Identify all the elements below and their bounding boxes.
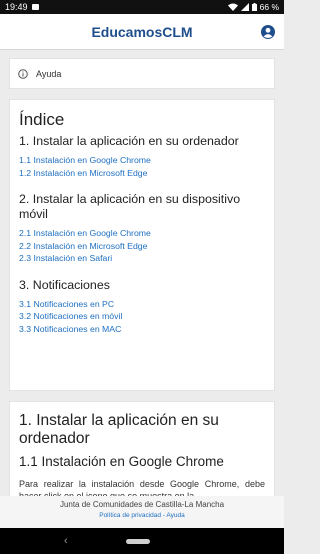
index-title: Índice [19, 110, 65, 129]
battery-icon [251, 3, 257, 11]
signal-icon [240, 3, 249, 11]
home-pill-icon[interactable] [126, 539, 150, 544]
notification-icon [31, 4, 39, 10]
section-title: 3. Notificaciones [19, 277, 110, 292]
help-card[interactable]: Ayuda [9, 58, 275, 89]
index-section: 3. Notificaciones 3.1 Notificaciones en … [19, 278, 265, 336]
footer-links[interactable]: Política de privacidad - Ayuda [0, 512, 284, 519]
section-title: 2. Instalar la aplicación en su disposit… [19, 192, 241, 221]
index-link[interactable]: 2.3 Instalación en Safari [19, 252, 265, 265]
index-section: 2. Instalar la aplicación en su disposit… [19, 192, 265, 265]
index-link[interactable]: 3.3 Notificaciones en MAC [19, 323, 265, 336]
footer-org: Junta de Comunidades de Castilla-La Manc… [59, 500, 225, 509]
system-nav-bar: ‹ [0, 528, 284, 554]
status-time: 19:49 [5, 2, 28, 12]
index-link[interactable]: 2.2 Instalación en Microsoft Edge [19, 240, 265, 253]
scroll-content[interactable]: Ayuda Índice 1. Instalar la aplicación e… [0, 50, 284, 496]
account-icon[interactable] [261, 25, 275, 39]
battery-percent: 66 % [259, 2, 279, 12]
help-label: Ayuda [36, 68, 62, 79]
footer: Junta de Comunidades de Castilla-La Manc… [0, 496, 284, 528]
content-card: 1. Instalar la aplicación en su ordenado… [9, 401, 275, 496]
index-link[interactable]: 2.1 Instalación en Google Chrome [19, 227, 265, 240]
index-link[interactable]: 1.1 Instalación en Google Chrome [19, 154, 265, 167]
index-link[interactable]: 3.1 Notificaciones en PC [19, 298, 265, 311]
content-paragraph: Para realizar la instalación desde Googl… [19, 479, 265, 496]
index-card: Índice 1. Instalar la aplicación en su o… [9, 99, 275, 391]
status-indicators: 66 % [227, 2, 279, 12]
back-icon[interactable]: ‹ [64, 535, 68, 547]
app-title: EducamosCLM [91, 23, 193, 40]
section-title: 1. Instalar la aplicación en su ordenado… [19, 134, 239, 148]
app-bar: EducamosCLM [0, 14, 284, 50]
info-icon [18, 68, 28, 79]
index-link[interactable]: 3.2 Notificaciones en móvil [19, 310, 265, 323]
content-subheading: 1.1 Instalación en Google Chrome [19, 454, 224, 469]
index-link[interactable]: 1.2 Instalación en Microsoft Edge [19, 167, 265, 180]
content-heading: 1. Instalar la aplicación en su ordenado… [19, 412, 219, 447]
wifi-icon [227, 3, 238, 11]
index-section: 1. Instalar la aplicación en su ordenado… [19, 134, 265, 179]
status-bar: 19:49 66 % [0, 0, 284, 14]
